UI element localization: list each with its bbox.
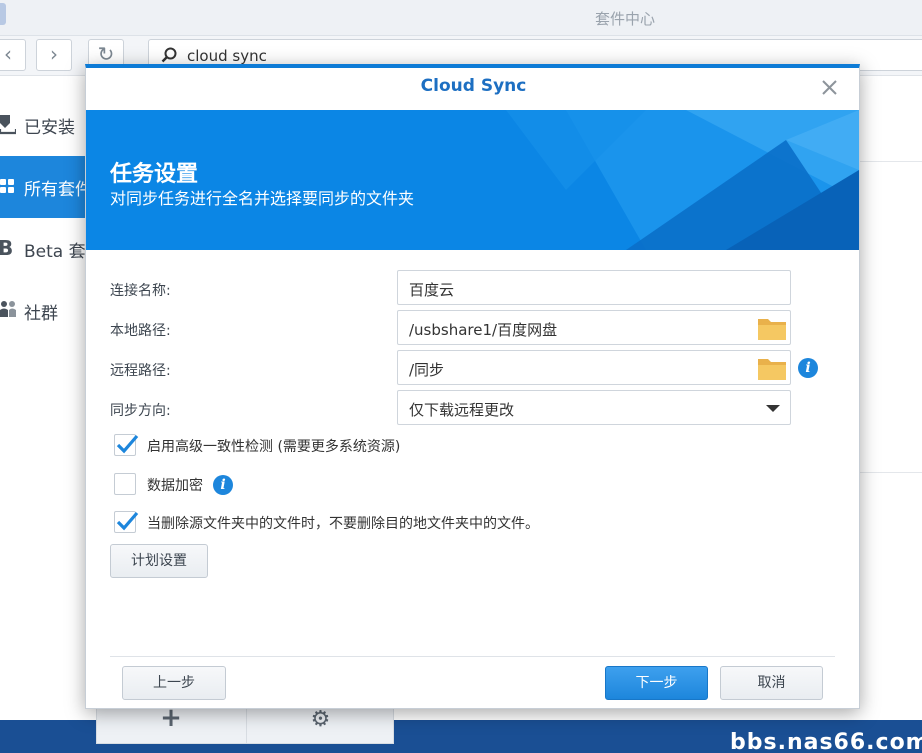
folder-icon[interactable] — [757, 355, 787, 381]
grid-icon — [0, 179, 14, 193]
sync-direction-value: 仅下载远程更改 — [409, 401, 515, 419]
settings-button[interactable]: ⚙ — [246, 707, 394, 743]
beta-icon: B — [0, 237, 13, 259]
cancel-button[interactable]: 取消 — [720, 666, 823, 700]
sidebar-item-community[interactable]: 社群 — [0, 280, 96, 342]
consistency-check-option[interactable]: 启用高级一致性检测 (需要更多系统资源) — [114, 434, 614, 458]
folder-icon[interactable] — [757, 315, 787, 341]
sidebar-item-label: 已安装 — [24, 118, 75, 138]
bottom-action-bar: + ⚙ — [96, 705, 394, 744]
close-icon[interactable] — [820, 78, 840, 98]
dialog-banner: 任务设置 对同步任务进行全名并选择要同步的文件夹 — [86, 110, 859, 250]
local-path-input[interactable]: /usbshare1/百度网盘 — [409, 319, 557, 340]
remote-path-input[interactable]: /同步 — [409, 359, 444, 380]
gear-icon: ⚙ — [310, 707, 331, 732]
title-bar: 套件中心 — [0, 0, 922, 36]
add-button[interactable]: + — [97, 705, 245, 743]
footer-divider — [110, 656, 835, 657]
banner-title: 任务设置 — [110, 162, 199, 187]
sidebar-item-label: 所有套件 — [24, 180, 92, 200]
consistency-checkbox[interactable] — [114, 434, 139, 456]
encryption-checkbox[interactable] — [114, 473, 136, 495]
desktop-watermark: bbs.nas66.com — [730, 730, 922, 753]
sidebar-item-label: 社群 — [24, 304, 58, 324]
search-icon — [161, 47, 177, 63]
checkmark-icon — [116, 434, 139, 454]
svg-text:B: B — [0, 237, 13, 259]
encryption-option[interactable]: 数据加密 — [114, 473, 414, 497]
keep-destination-checkbox[interactable] — [114, 511, 139, 533]
info-icon[interactable]: i — [798, 358, 818, 378]
divider — [860, 472, 922, 473]
keep-destination-option[interactable]: 当删除源文件夹中的文件时，不要删除目的地文件夹中的文件。 — [114, 511, 764, 535]
keep-destination-label: 当删除源文件夹中的文件时，不要删除目的地文件夹中的文件。 — [147, 516, 539, 532]
sync-direction-label: 同步方向: — [110, 403, 171, 419]
remote-path-field[interactable]: /同步 — [397, 350, 791, 385]
consistency-check-label: 启用高级一致性检测 (需要更多系统资源) — [147, 439, 401, 455]
chevron-down-icon — [766, 405, 780, 412]
search-input[interactable]: cloud sync — [187, 47, 267, 65]
schedule-settings-button[interactable]: 计划设置 — [110, 544, 208, 578]
forward-button[interactable]: › — [36, 39, 72, 71]
connection-name-label: 连接名称: — [110, 283, 171, 299]
sidebar-item-installed[interactable]: 已安装 — [0, 94, 96, 156]
community-icon — [0, 301, 16, 317]
next-button[interactable]: 下一步 — [605, 666, 708, 700]
encryption-label: 数据加密 — [147, 478, 203, 494]
previous-button[interactable]: 上一步 — [122, 666, 226, 700]
dialog-title: Cloud Sync — [420, 76, 527, 96]
connection-name-field[interactable]: 百度云 — [397, 270, 791, 305]
window-title: 套件中心 — [594, 10, 655, 28]
sidebar-item-all-packages[interactable]: 所有套件 — [0, 156, 96, 218]
app-logo-icon — [0, 3, 6, 25]
remote-path-label: 远程路径: — [110, 363, 171, 379]
sidebar: 已安装 所有套件 B Beta 套件 社群 — [0, 76, 96, 720]
info-icon[interactable]: i — [213, 475, 233, 495]
local-path-label: 本地路径: — [110, 323, 171, 339]
connection-name-input[interactable]: 百度云 — [409, 279, 454, 300]
sidebar-item-beta[interactable]: B Beta 套件 — [0, 218, 96, 280]
sync-direction-select[interactable]: 仅下载远程更改 — [397, 390, 791, 425]
back-button[interactable]: ‹ — [0, 39, 26, 71]
cloud-sync-dialog: Cloud Sync 任务设置 对同步任务进行全名并选择要同步的文件夹 连接名称… — [85, 64, 860, 709]
download-icon — [0, 115, 16, 135]
banner-subtitle: 对同步任务进行全名并选择要同步的文件夹 — [110, 189, 415, 208]
checkmark-icon — [116, 511, 139, 531]
banner-background — [506, 110, 859, 250]
main-header — [860, 84, 922, 162]
local-path-field[interactable]: /usbshare1/百度网盘 — [397, 310, 791, 345]
